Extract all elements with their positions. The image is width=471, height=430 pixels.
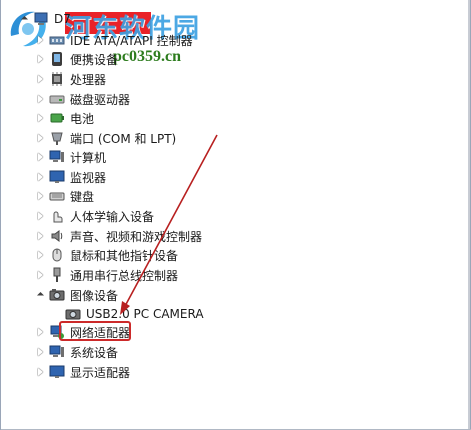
annotation-arrow [120, 134, 218, 315]
right-border [468, 0, 470, 430]
device-manager-window: 河东软件园 pc0359.cn D7 IDE ATA/ATAPI 控制器 便携设… [0, 0, 471, 430]
